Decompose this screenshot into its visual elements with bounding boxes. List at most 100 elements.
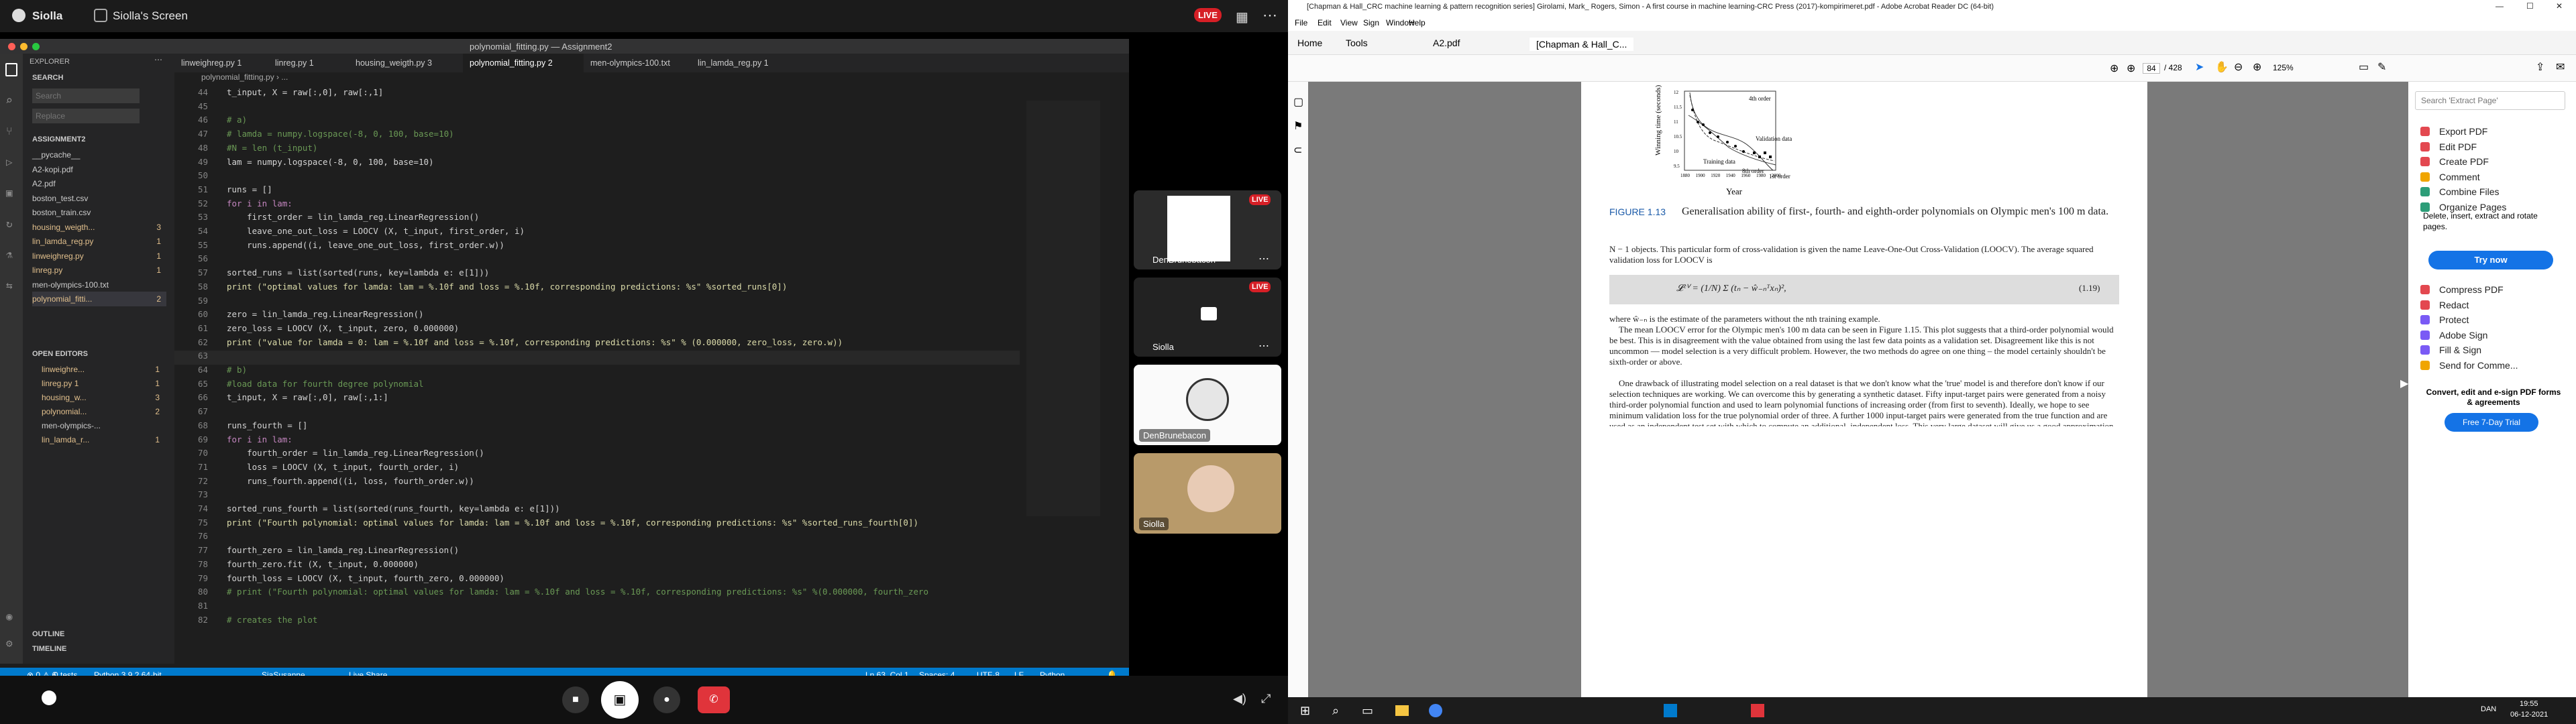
settings-gear-icon[interactable]: ⚙	[6, 637, 13, 650]
fullscreen-icon[interactable]: ⤢	[1261, 692, 1271, 706]
tray-language[interactable]: DAN	[2481, 705, 2496, 713]
menu-item-help[interactable]: Help	[1409, 18, 1426, 27]
comment-icon[interactable]: ▭	[2359, 60, 2369, 74]
acrobat-tab-0[interactable]: Home	[1297, 38, 1322, 48]
file-item[interactable]: linreg.py 1	[32, 263, 166, 278]
attachments-icon[interactable]: ⊂	[1293, 143, 1302, 157]
live-share-icon[interactable]: ↻	[6, 217, 13, 230]
participant-tile-3[interactable]: DenBrunebacon	[1134, 365, 1281, 445]
search-input[interactable]	[32, 88, 140, 103]
open-editor-item[interactable]: linreg.py 1 1	[42, 376, 162, 391]
code-editor[interactable]: 44 t_input, X = raw[:,0], raw[:,1] 45 46 # a…	[174, 87, 1129, 664]
file-item[interactable]: A2-kopi.pdf	[32, 162, 166, 177]
acrobat-tab-2[interactable]: A2.pdf	[1433, 38, 1460, 48]
page-up-icon[interactable]: ⊕	[2110, 62, 2118, 75]
testing-icon[interactable]: ⚗	[6, 248, 13, 261]
open-editor-item[interactable]: men-olympics-...	[42, 418, 162, 433]
zoom-level[interactable]: 125%	[2273, 63, 2294, 72]
timeline-title[interactable]: TIMELINE	[32, 645, 66, 653]
minimap[interactable]	[1026, 101, 1100, 516]
explorer-more-icon[interactable]: ⋯	[154, 55, 162, 64]
file-item[interactable]: polynomial_fitti... 2	[32, 292, 166, 306]
maximize-dot-icon[interactable]	[32, 43, 40, 50]
pen-icon[interactable]: ✎	[2377, 60, 2386, 74]
open-editor-item[interactable]: polynomial... 2	[42, 404, 162, 419]
acrobat-tab-3[interactable]: [Chapman & Hall_C...	[1529, 38, 1634, 51]
bookmarks-icon[interactable]: ⚑	[1293, 119, 1303, 133]
remote-icon[interactable]: ⇆	[6, 279, 13, 292]
tab-5[interactable]: lin_lamda_reg.py 1	[691, 54, 792, 72]
collapse-right-icon[interactable]: ▶	[2400, 377, 2408, 390]
microphone-icon[interactable]: ●	[653, 686, 680, 713]
participant-tile-1[interactable]: LIVE DenBrunebacon ⋯	[1134, 190, 1281, 269]
end-call-button[interactable]: ✆	[698, 686, 730, 713]
open-editor-item[interactable]: housing_w... 3	[42, 390, 162, 405]
replace-input[interactable]	[32, 109, 140, 123]
open-editors-title[interactable]: OPEN EDITORS	[32, 350, 88, 358]
tools-search-input[interactable]	[2415, 91, 2565, 110]
extensions-icon[interactable]: ▣	[6, 186, 13, 199]
more-icon[interactable]: ⋯	[1258, 252, 1269, 265]
tray-date[interactable]: 06-12-2021	[2510, 711, 2548, 719]
file-item[interactable]: A2.pdf	[32, 176, 166, 191]
menu-item-edit[interactable]: Edit	[1318, 18, 1332, 27]
camera-icon[interactable]: ■	[562, 686, 589, 713]
tab-3[interactable]: polynomial_fitting.py 2	[463, 54, 584, 72]
try-now-button[interactable]: Try now	[2428, 251, 2553, 269]
tab-1[interactable]: linreg.py 1	[268, 54, 349, 72]
file-item[interactable]: lin_lamda_reg.py 1	[32, 234, 166, 249]
search-icon[interactable]: ⌕	[1332, 704, 1339, 718]
run-debug-icon[interactable]: ▷	[6, 156, 13, 168]
acrobat-tab-1[interactable]: Tools	[1346, 38, 1368, 48]
chrome-icon[interactable]	[1429, 704, 1442, 717]
task-view-icon[interactable]: ▭	[1362, 704, 1373, 718]
tool-send-for-comme-[interactable]: Send for Comme...	[2420, 356, 2518, 375]
account-icon[interactable]: ◉	[6, 610, 13, 623]
tab-0[interactable]: linweighreg.py 1	[174, 54, 268, 72]
file-item[interactable]: __pycache__	[32, 147, 166, 162]
search-icon[interactable]: ⌕	[5, 94, 13, 108]
screen-share-button[interactable]: ▣	[601, 681, 639, 719]
free-trial-button[interactable]: Free 7-Day Trial	[2445, 413, 2538, 432]
source-control-icon[interactable]: ⑂	[6, 125, 13, 137]
menu-item-view[interactable]: View	[1340, 18, 1358, 27]
tab-2[interactable]: housing_weigth.py 3	[349, 54, 463, 72]
tray-time[interactable]: 19:55	[2520, 700, 2538, 708]
minimize-icon[interactable]: —	[2496, 1, 2504, 11]
more-icon[interactable]: ⋯	[1258, 339, 1269, 353]
start-icon[interactable]: ⊞	[1300, 704, 1310, 718]
page-down-icon[interactable]: ⊕	[2127, 62, 2135, 75]
search-section-title[interactable]: SEARCH	[32, 74, 63, 82]
close-dot-icon[interactable]	[8, 43, 15, 50]
select-tool-icon[interactable]: ➤	[2195, 60, 2204, 74]
menu-item-file[interactable]: File	[1295, 18, 1307, 27]
minimize-dot-icon[interactable]	[20, 43, 28, 50]
info-icon[interactable]	[42, 690, 56, 705]
pages-icon[interactable]: ▢	[1293, 95, 1303, 109]
outline-title[interactable]: OUTLINE	[32, 630, 64, 638]
participant-tile-4[interactable]: Siolla	[1134, 453, 1281, 534]
open-editor-item[interactable]: linweighre... 1	[42, 362, 162, 377]
close-icon[interactable]: ✕	[2556, 1, 2563, 11]
file-item[interactable]: housing_weigth... 3	[32, 220, 166, 235]
explorer-icon[interactable]	[1395, 705, 1409, 716]
file-item[interactable]: boston_train.csv	[32, 205, 166, 220]
file-item[interactable]: boston_test.csv	[32, 191, 166, 206]
email-icon[interactable]: ✉	[2556, 60, 2565, 74]
share-icon[interactable]: ⇪	[2536, 60, 2544, 74]
file-item[interactable]: linweighreg.py 1	[32, 249, 166, 263]
participant-tile-2[interactable]: LIVE Siolla ⋯	[1134, 278, 1281, 357]
vscode-icon[interactable]	[1664, 704, 1677, 717]
more-icon[interactable]: ⋯	[1263, 7, 1277, 24]
zoom-out-icon[interactable]: ⊖	[2234, 60, 2243, 74]
page-number-input[interactable]: 84	[2143, 63, 2160, 74]
file-item[interactable]: men-olympics-100.txt	[32, 278, 166, 292]
maximize-icon[interactable]: ☐	[2526, 1, 2534, 11]
grid-icon[interactable]: ▦	[1236, 9, 1248, 25]
acrobat-icon[interactable]	[1751, 704, 1764, 717]
open-editor-item[interactable]: lin_lamda_r... 1	[42, 432, 162, 447]
hand-tool-icon[interactable]: ✋	[2215, 60, 2229, 74]
zoom-in-icon[interactable]: ⊕	[2253, 60, 2261, 74]
menu-item-sign[interactable]: Sign	[1363, 18, 1379, 27]
volume-icon[interactable]: ◀)	[1233, 692, 1246, 706]
